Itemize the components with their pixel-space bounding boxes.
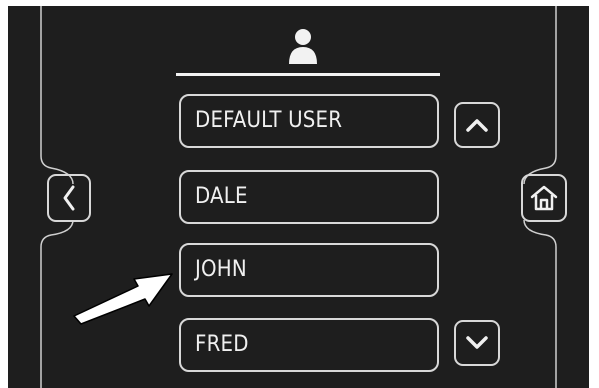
user-icon [287, 26, 319, 66]
user-select-screen: DEFAULT USER DALE JOHN FRED [8, 6, 589, 388]
header-divider [176, 73, 440, 76]
chevron-left-icon [61, 184, 77, 212]
user-list-item-default-user[interactable]: DEFAULT USER [179, 94, 439, 148]
user-list-item-dale[interactable]: DALE [179, 170, 439, 224]
home-button[interactable] [521, 174, 567, 222]
home-icon [529, 184, 559, 212]
chevron-up-icon [465, 117, 489, 133]
scroll-up-button[interactable] [454, 102, 500, 148]
pointer-arrow-icon [72, 262, 182, 326]
chevron-down-icon [465, 335, 489, 351]
user-list-item-john[interactable]: JOHN [179, 243, 439, 297]
back-button[interactable] [47, 174, 91, 222]
scroll-down-button[interactable] [454, 320, 500, 366]
user-list-item-fred[interactable]: FRED [179, 318, 439, 372]
